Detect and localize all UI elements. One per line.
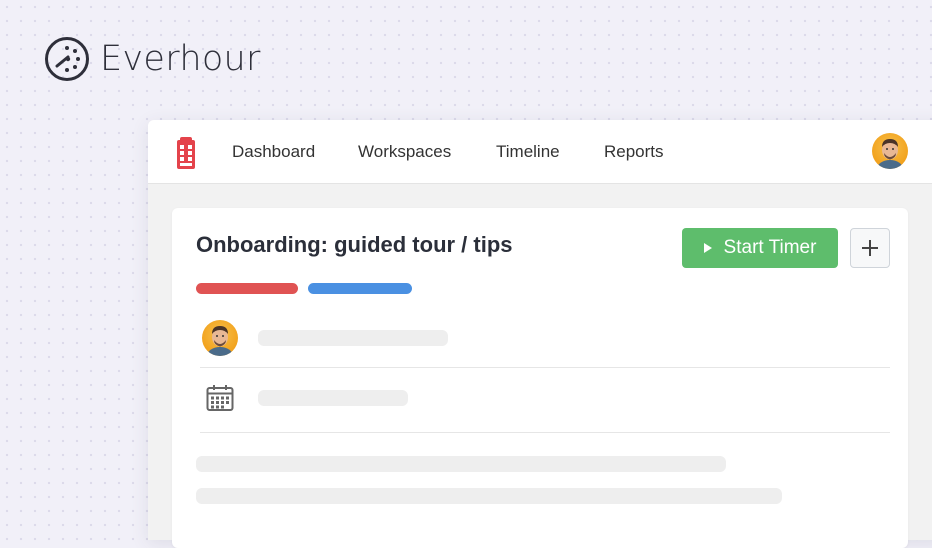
top-navbar: Dashboard Workspaces Timeline Reports bbox=[148, 120, 932, 184]
everhour-logo-icon bbox=[45, 37, 89, 81]
assignee-placeholder bbox=[258, 330, 448, 346]
task-card: Onboarding: guided tour / tips Start Tim… bbox=[172, 208, 908, 548]
divider bbox=[200, 432, 890, 433]
nav-workspaces[interactable]: Workspaces bbox=[358, 142, 451, 162]
nav-dashboard[interactable]: Dashboard bbox=[232, 142, 315, 162]
brand-name: Everhour bbox=[100, 39, 261, 79]
avatar[interactable] bbox=[872, 133, 908, 169]
nav-timeline[interactable]: Timeline bbox=[496, 142, 560, 162]
start-timer-button[interactable]: Start Timer bbox=[682, 228, 838, 268]
calendar-icon[interactable] bbox=[206, 384, 234, 412]
tag-blue[interactable] bbox=[308, 283, 412, 294]
assignee-avatar[interactable] bbox=[202, 320, 238, 356]
date-placeholder bbox=[258, 390, 408, 406]
add-button[interactable] bbox=[850, 228, 890, 268]
description-placeholder bbox=[196, 456, 726, 472]
divider bbox=[200, 367, 890, 368]
plus-icon bbox=[862, 240, 878, 256]
start-timer-label: Start Timer bbox=[723, 237, 817, 258]
tag-red[interactable] bbox=[196, 283, 298, 294]
description-placeholder bbox=[196, 488, 782, 504]
app-window: Dashboard Workspaces Timeline Reports On… bbox=[148, 120, 932, 548]
phone-booth-icon[interactable] bbox=[176, 137, 196, 169]
task-title: Onboarding: guided tour / tips bbox=[196, 232, 513, 257]
play-icon bbox=[703, 243, 712, 253]
nav-reports[interactable]: Reports bbox=[604, 142, 664, 162]
brand: Everhour bbox=[44, 36, 261, 82]
